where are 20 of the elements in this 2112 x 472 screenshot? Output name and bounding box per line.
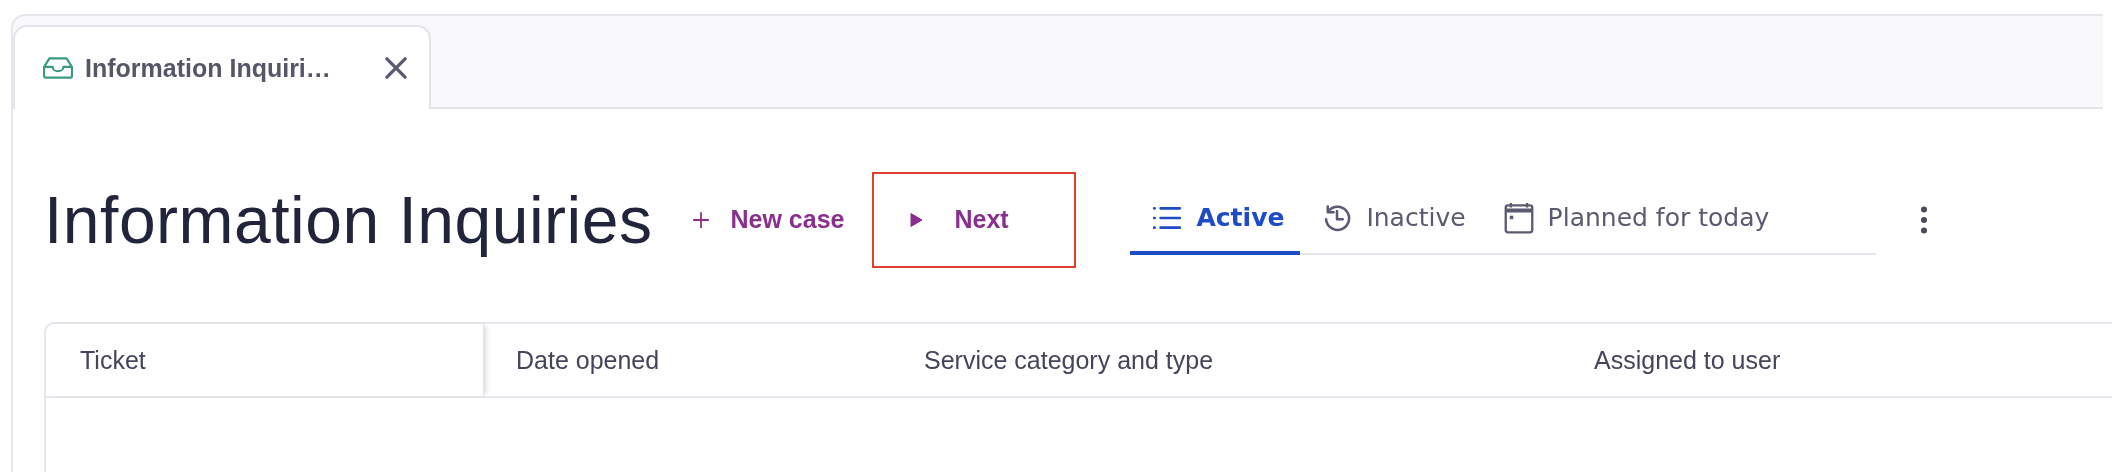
play-icon (908, 211, 925, 228)
column-header: Ticket (46, 324, 484, 396)
plus-icon (692, 210, 711, 229)
page-title: Information Inquiries (44, 181, 653, 258)
inbox-icon (43, 57, 73, 79)
tab-label: Information Inquiri… (85, 53, 332, 83)
column-header: Date opened (515, 344, 661, 376)
view-tab[interactable]: Inactive (1300, 184, 1482, 255)
document-tab[interactable]: Information Inquiri… (13, 25, 431, 109)
column-header: Service category and type (923, 344, 1215, 376)
close-icon[interactable] (383, 55, 409, 81)
view-tab[interactable]: Planned for today (1481, 184, 1786, 255)
column-header: Assigned to user (1593, 344, 1782, 376)
history-icon (1322, 202, 1353, 233)
next-button[interactable]: Next (872, 171, 1077, 268)
more-options-icon[interactable] (1920, 205, 1929, 234)
calendar-icon (1503, 200, 1534, 235)
new-case-button[interactable]: New case (674, 171, 873, 268)
list-icon (1152, 205, 1183, 230)
view-tab[interactable]: Active (1130, 184, 1301, 255)
